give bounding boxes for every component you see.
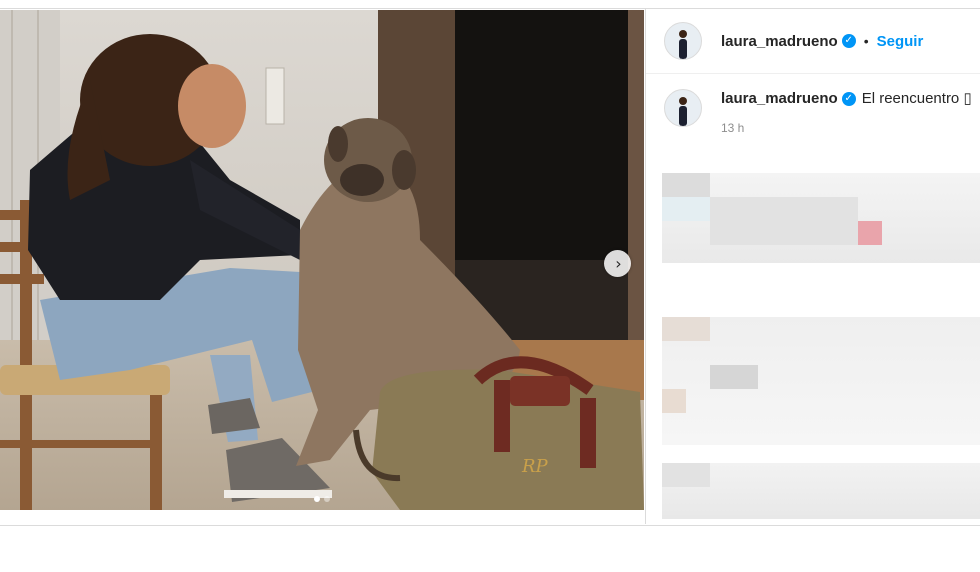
blurred-comment <box>662 463 980 519</box>
username-link[interactable]: laura_madrueno <box>721 33 838 50</box>
blurred-comment <box>662 317 980 445</box>
caption-username-link[interactable]: laura_madrueno <box>721 90 838 107</box>
post-media[interactable]: RP <box>0 10 644 510</box>
carousel-indicator <box>0 496 644 502</box>
verified-badge-icon: ✓ <box>841 92 856 107</box>
carousel-dot-active <box>314 496 320 502</box>
verified-badge-icon: ✓ <box>841 34 856 48</box>
chevron-right-icon: › <box>615 253 622 273</box>
caption-line: laura_madrueno ✓ El reencuentro ▯ <box>721 89 972 107</box>
post-timestamp[interactable]: 13 h <box>721 121 972 135</box>
avatar-figure-icon <box>679 30 687 59</box>
caption-avatar[interactable] <box>664 89 702 127</box>
blurred-comment <box>662 173 980 263</box>
caption-text: El reencuentro ▯ <box>861 90 972 107</box>
bag-monogram: RP <box>521 456 549 477</box>
avatar-figure-icon <box>679 97 687 126</box>
post-photo: RP <box>0 10 644 510</box>
carousel-dot <box>324 496 330 502</box>
caption: laura_madrueno ✓ El reencuentro ▯ 13 h <box>664 89 972 135</box>
post-header: laura_madrueno ✓ • Seguir <box>646 9 980 74</box>
follow-button[interactable]: Seguir <box>877 33 924 50</box>
carousel-next-button[interactable]: › <box>604 250 631 277</box>
caption-body: laura_madrueno ✓ El reencuentro ▯ 13 h <box>721 89 972 135</box>
avatar[interactable] <box>664 22 702 60</box>
post-sidebar: laura_madrueno ✓ • Seguir laura_madrueno… <box>645 9 980 524</box>
header-separator: • <box>863 33 869 49</box>
